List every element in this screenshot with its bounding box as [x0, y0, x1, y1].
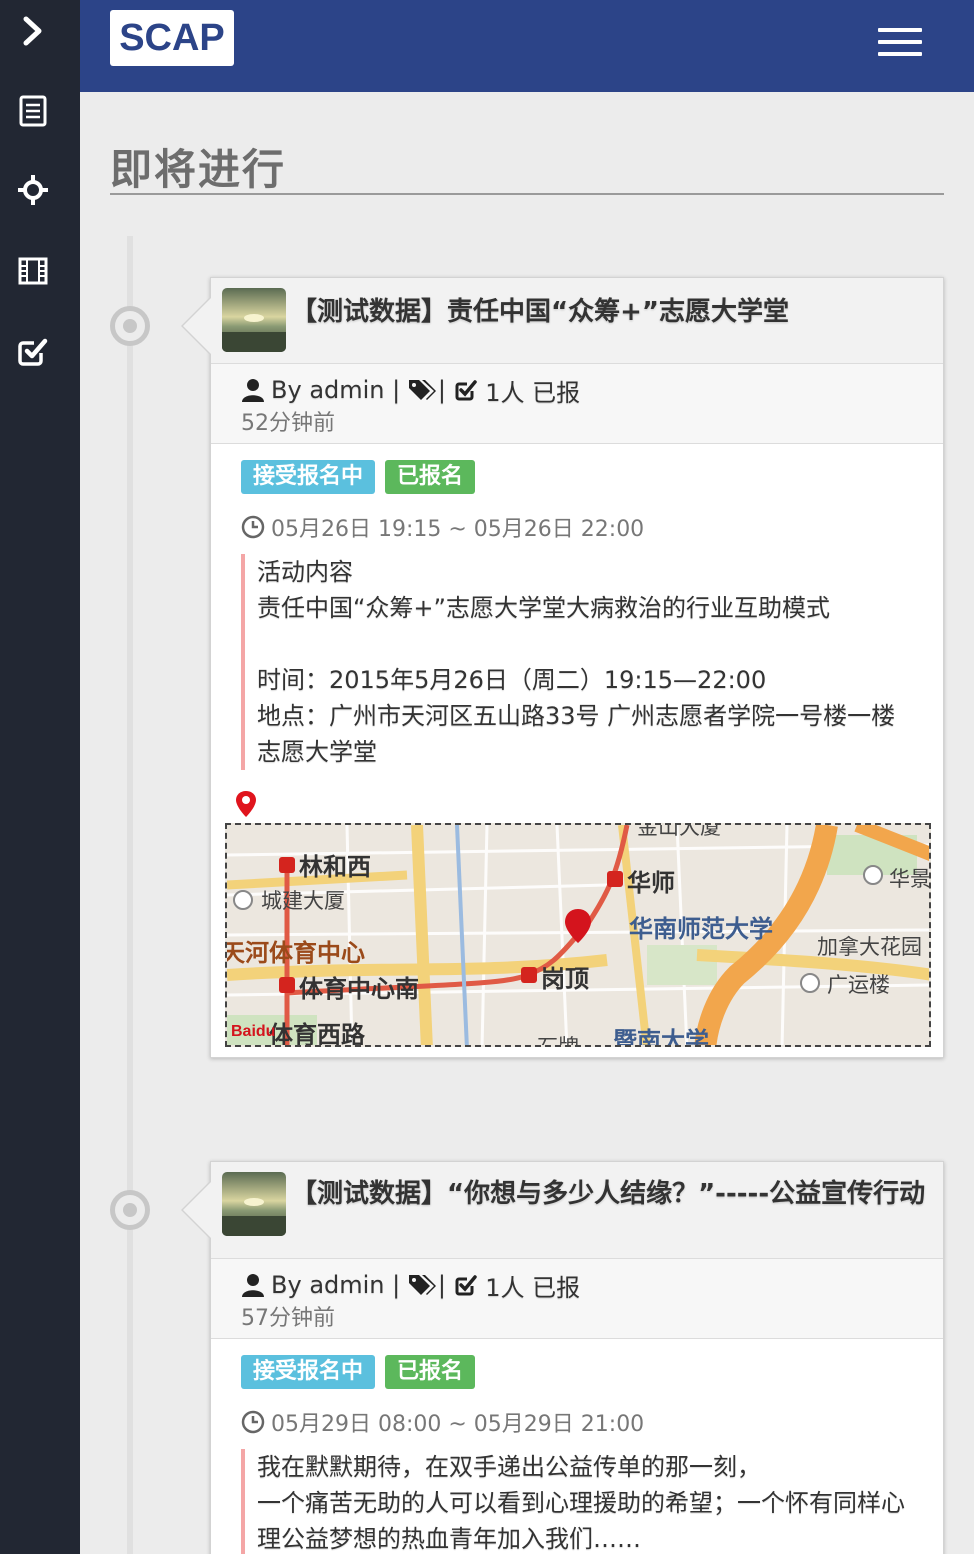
- enrolled-count: 1人 已报: [485, 378, 581, 407]
- desc-line: 一个痛苦无助的人可以看到心理援助的希望；一个怀有同样心理公益梦想的热血青年加入我…: [257, 1489, 905, 1553]
- map-pin-icon[interactable]: [235, 790, 257, 818]
- joined-badge: 已报名: [385, 460, 476, 494]
- status-badge: 接受报名中: [241, 460, 376, 494]
- event-meta: By admin | | 1人 已报 57分钟前: [211, 1259, 943, 1339]
- map-label: 林和西: [299, 853, 371, 881]
- title-divider: [110, 193, 944, 195]
- check-square-icon: [18, 338, 48, 366]
- event-time-range: 05月26日 19:15 ~ 05月26日 22:00: [271, 517, 645, 542]
- event-thumbnail[interactable]: [222, 1172, 286, 1236]
- map-label: 体育中心南: [299, 975, 419, 1003]
- event-description: 活动内容 责任中国“众筹+”志愿大学堂大病救治的行业互助模式 时间：2015年5…: [241, 554, 901, 770]
- chevron-right-icon: [23, 16, 42, 46]
- event-card: 【测试数据】“你想与多少人结缘？”-----公益宣传行动 By admin | …: [181, 1161, 944, 1554]
- event-time-range: 05月29日 08:00 ~ 05月29日 21:00: [271, 1412, 645, 1437]
- top-navbar: SCAP: [80, 0, 974, 92]
- tags-icon: [408, 380, 436, 400]
- scroll-edge: [974, 0, 980, 1554]
- crosshair-icon: [18, 175, 48, 205]
- event-time: 05月26日 19:15 ~ 05月26日 22:00: [211, 510, 943, 544]
- sidebar-toggle-button[interactable]: [14, 12, 52, 50]
- map-label: 天河体育中心: [225, 939, 365, 967]
- event-card-header: 【测试数据】责任中国“众筹+”志愿大学堂: [211, 278, 943, 364]
- tags-icon: [408, 1275, 436, 1295]
- check-square-icon: [455, 1275, 477, 1296]
- author-prefix: By: [271, 376, 302, 404]
- meta-separator: |: [392, 376, 401, 404]
- event-title[interactable]: 【测试数据】“你想与多少人结缘？”-----公益宣传行动: [291, 1176, 931, 1212]
- map-label: 华师: [627, 869, 675, 897]
- timeline-line: [127, 236, 133, 1554]
- user-icon: [242, 379, 264, 402]
- enrolled-count: 1人 已报: [485, 1273, 581, 1302]
- map-label: 城建大厦: [261, 889, 345, 913]
- posted-ago: 57分钟前: [241, 1306, 335, 1331]
- map-label: 华景: [889, 867, 931, 891]
- event-title[interactable]: 【测试数据】责任中国“众筹+”志愿大学堂: [291, 294, 931, 330]
- desc-line: 地点：广州市天河区五山路33号 广州志愿者学院一号楼一楼 志愿大学堂: [257, 702, 896, 766]
- check-square-icon: [455, 380, 477, 401]
- author-name[interactable]: admin: [309, 376, 384, 404]
- event-description: 我在默默期待，在双手递出公益传单的那一刻， 一个痛苦无助的人可以看到心理援助的希…: [241, 1449, 911, 1554]
- desc-line: 责任中国“众筹+”志愿大学堂大病救治的行业互助模式: [257, 594, 830, 622]
- author-prefix: By: [271, 1271, 302, 1299]
- posted-ago: 52分钟前: [241, 411, 335, 436]
- logo[interactable]: SCAP: [110, 10, 234, 66]
- clock-icon: [241, 515, 265, 539]
- desc-line: 我在默默期待，在双手递出公益传单的那一刻，: [257, 1453, 761, 1481]
- list-icon: [19, 95, 47, 127]
- hamburger-menu-button[interactable]: [876, 26, 924, 60]
- tags-separator: |: [437, 376, 446, 404]
- sidebar-item-list[interactable]: [14, 92, 52, 130]
- desc-line: [257, 626, 901, 662]
- map-label: 暨南大学: [613, 1027, 709, 1047]
- map-label: 广运楼: [827, 973, 890, 997]
- sidebar-item-crosshair[interactable]: [14, 171, 52, 209]
- map-label: 华南师范大学: [629, 915, 773, 943]
- sidebar-item-film[interactable]: [14, 252, 52, 290]
- desc-line: 活动内容: [257, 558, 353, 586]
- timeline-dot: [110, 306, 150, 346]
- event-meta: By admin | | 1人 已报 52分钟前: [211, 364, 943, 444]
- user-icon: [242, 1274, 264, 1297]
- event-card: 【测试数据】责任中国“众筹+”志愿大学堂 By admin | | 1人 已报 …: [181, 277, 944, 1058]
- meta-separator: |: [392, 1271, 401, 1299]
- map-label: 石牌: [537, 1035, 579, 1047]
- map-label: 体育西路: [269, 1021, 365, 1047]
- map-provider-logo: Baidu: [231, 1023, 276, 1040]
- event-card-header: 【测试数据】“你想与多少人结缘？”-----公益宣传行动: [211, 1162, 943, 1259]
- map-label: 加拿大花园: [817, 935, 922, 959]
- page-title: 即将进行: [110, 145, 287, 194]
- clock-icon: [241, 1410, 265, 1434]
- map-label: 岗顶: [541, 965, 589, 993]
- event-time: 05月29日 08:00 ~ 05月29日 21:00: [211, 1405, 943, 1439]
- sidebar: [0, 0, 80, 1554]
- map-label: 金山大厦: [637, 823, 721, 839]
- joined-badge: 已报名: [385, 1355, 476, 1389]
- status-badge: 接受报名中: [241, 1355, 376, 1389]
- sidebar-item-checkin[interactable]: [14, 332, 52, 370]
- desc-line: 时间：2015年5月26日（周二）19:15—22:00: [257, 666, 767, 694]
- film-icon: [18, 257, 48, 285]
- timeline-dot: [110, 1190, 150, 1230]
- author-name[interactable]: admin: [309, 1271, 384, 1299]
- event-thumbnail[interactable]: [222, 288, 286, 352]
- tags-separator: |: [437, 1271, 446, 1299]
- event-map[interactable]: 林和西 城建大厦 天河体育中心 体育中心南 体育西路 华师 华南师范大学 岗顶 …: [225, 823, 931, 1047]
